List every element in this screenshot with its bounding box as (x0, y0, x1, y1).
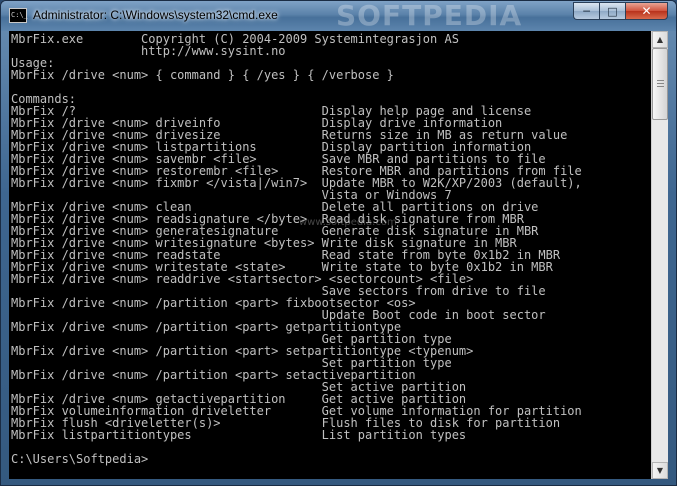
maximize-icon: □ (607, 4, 618, 18)
minimize-button[interactable]: ─ (573, 2, 599, 20)
grip-line (657, 80, 664, 81)
grip-line (657, 83, 664, 84)
cmd-icon[interactable]: C:\_ (9, 8, 28, 23)
softpedia-watermark: SOFTPEDIA (336, 0, 523, 32)
cmd-window: C:\_ Administrator: C:\Windows\system32\… (0, 0, 677, 486)
vertical-scrollbar[interactable]: ▲ ▼ (651, 31, 668, 479)
minimize-icon: ─ (583, 4, 590, 18)
close-icon: ✕ (641, 4, 652, 18)
caption-buttons: ─ □ ✕ (573, 2, 668, 21)
console-output[interactable]: MbrFix.exe Copyright (C) 2004-2009 Syste… (9, 31, 651, 479)
maximize-button[interactable]: □ (599, 2, 625, 20)
console-watermark: www.softpedia.com (299, 217, 397, 228)
arrow-up-icon: ▲ (656, 35, 664, 44)
window-title: Administrator: C:\Windows\system32\cmd.e… (33, 8, 278, 22)
arrow-down-icon: ▼ (656, 466, 664, 475)
grip-line (657, 86, 664, 87)
scroll-down-button[interactable]: ▼ (652, 462, 668, 479)
scroll-thumb[interactable] (652, 48, 668, 120)
console-line: MbrFix /drive <num> { command } { /yes }… (11, 68, 394, 82)
console-line: C:\Users\Softpedia> (11, 452, 149, 466)
title-bar[interactable]: C:\_ Administrator: C:\Windows\system32\… (1, 0, 676, 32)
scroll-up-button[interactable]: ▲ (652, 31, 668, 48)
close-button[interactable]: ✕ (625, 2, 668, 20)
console-line: MbrFix listpartitiontypes List partition… (11, 428, 467, 442)
console-text: MbrFix.exe Copyright (C) 2004-2009 Syste… (9, 31, 651, 465)
